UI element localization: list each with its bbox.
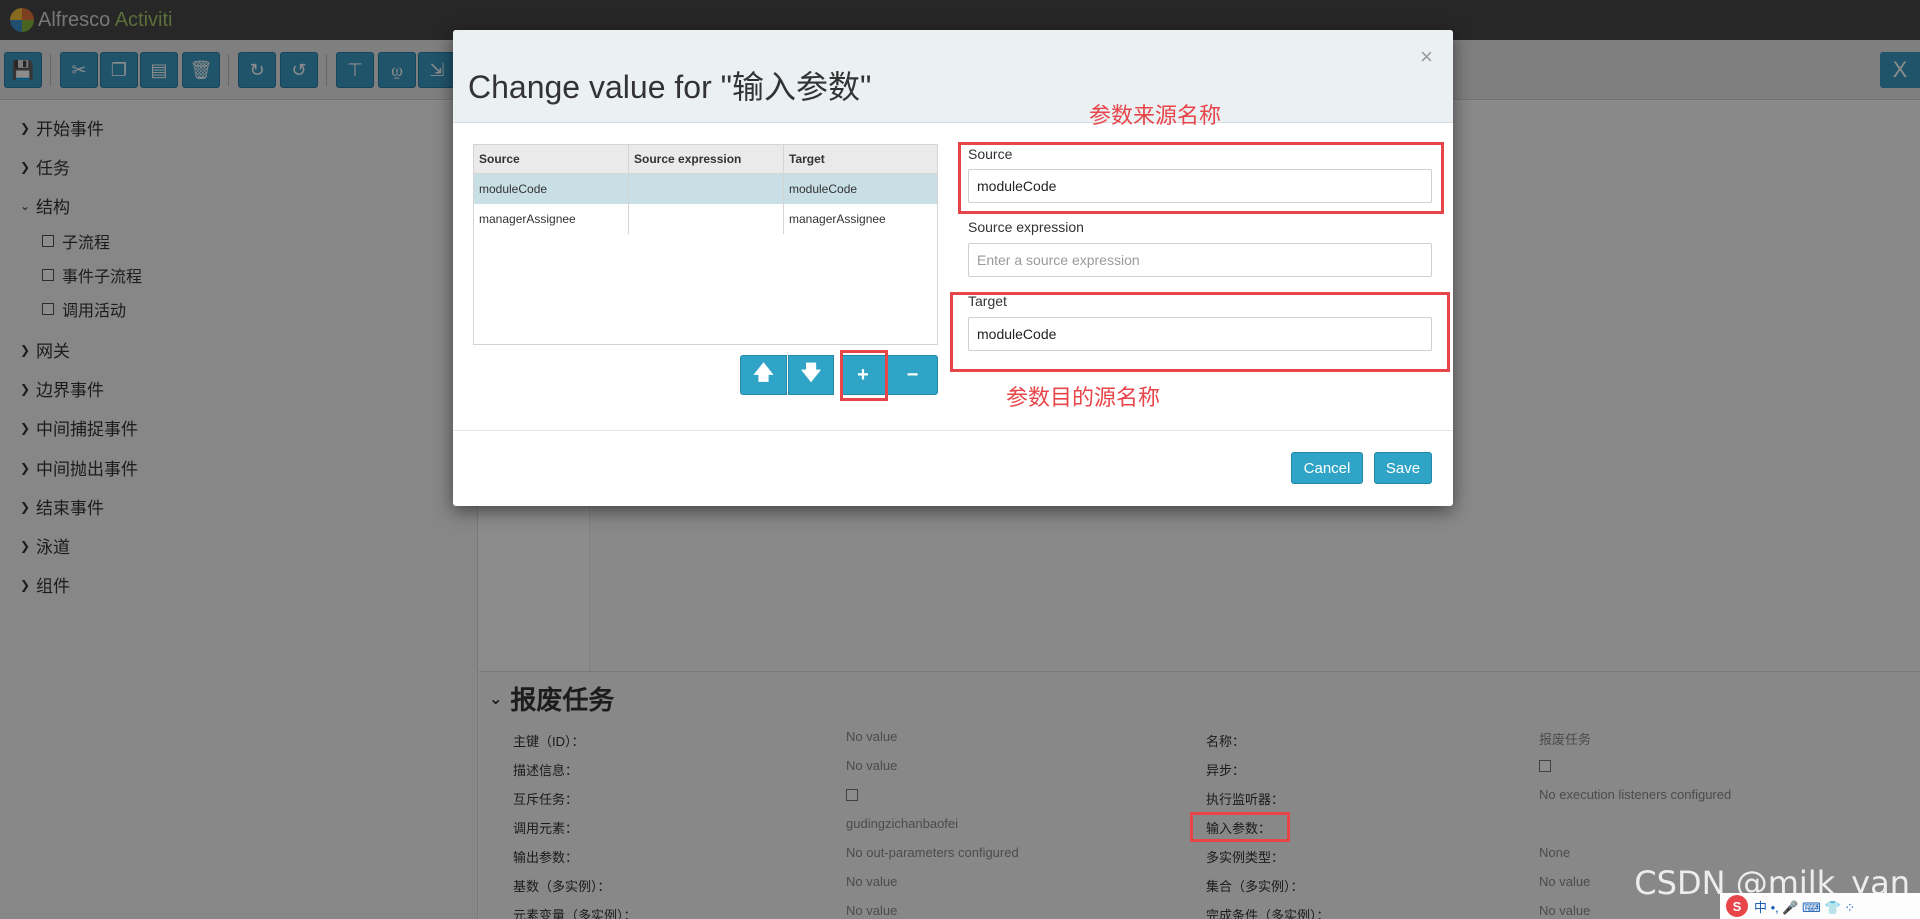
source-expression-input[interactable] xyxy=(968,243,1432,277)
parameters-grid: Source Source expression Target moduleCo… xyxy=(473,144,938,345)
dialog-title: Change value for "输入参数" xyxy=(468,69,872,105)
column-header-source-expression[interactable]: Source expression xyxy=(629,145,784,173)
dialog-header: Change value for "输入参数" × xyxy=(453,30,1453,123)
annotation-source-note: 参数来源名称 xyxy=(1089,103,1222,128)
table-row[interactable]: managerAssignee managerAssignee xyxy=(474,204,937,234)
column-header-source[interactable]: Source xyxy=(474,145,629,173)
cell-expression xyxy=(629,174,784,204)
arrow-up-icon: 🡅 xyxy=(753,362,774,384)
footer-divider xyxy=(453,430,1453,431)
cancel-button[interactable]: Cancel xyxy=(1291,452,1363,484)
source-expression-label: Source expression xyxy=(968,219,1084,235)
table-row[interactable]: moduleCode moduleCode xyxy=(474,174,937,204)
ime-toolbar-icons[interactable]: 中 •, 🎤 ⌨ 👕 ⁘ xyxy=(1754,897,1855,916)
remove-parameter-button[interactable]: − xyxy=(887,355,938,395)
cell-target: moduleCode xyxy=(789,182,858,196)
ime-tray: S 中 •, 🎤 ⌨ 👕 ⁘ xyxy=(1720,893,1920,919)
cell-source: managerAssignee xyxy=(474,204,629,234)
cell-expression xyxy=(629,204,784,234)
arrow-down-icon: 🡇 xyxy=(800,362,822,384)
annotation-box-add-button xyxy=(840,350,888,401)
grid-header: Source Source expression Target xyxy=(474,145,937,174)
annotation-target-note: 参数目的源名称 xyxy=(1006,385,1161,410)
save-button[interactable]: Save xyxy=(1374,452,1432,484)
annotation-box-input-params xyxy=(1190,812,1290,842)
annotation-box-source xyxy=(958,142,1444,214)
close-icon[interactable]: × xyxy=(1420,44,1433,70)
column-header-target[interactable]: Target xyxy=(784,145,937,173)
move-up-button[interactable]: 🡅 xyxy=(740,355,787,395)
cell-source: moduleCode xyxy=(474,174,629,204)
minus-icon: − xyxy=(906,363,919,386)
annotation-box-target xyxy=(950,292,1450,372)
sogou-ime-icon[interactable]: S xyxy=(1726,895,1748,917)
change-value-dialog: Change value for "输入参数" × Source Source … xyxy=(453,30,1453,506)
cell-target: managerAssignee xyxy=(789,212,886,226)
move-down-button[interactable]: 🡇 xyxy=(788,355,834,395)
